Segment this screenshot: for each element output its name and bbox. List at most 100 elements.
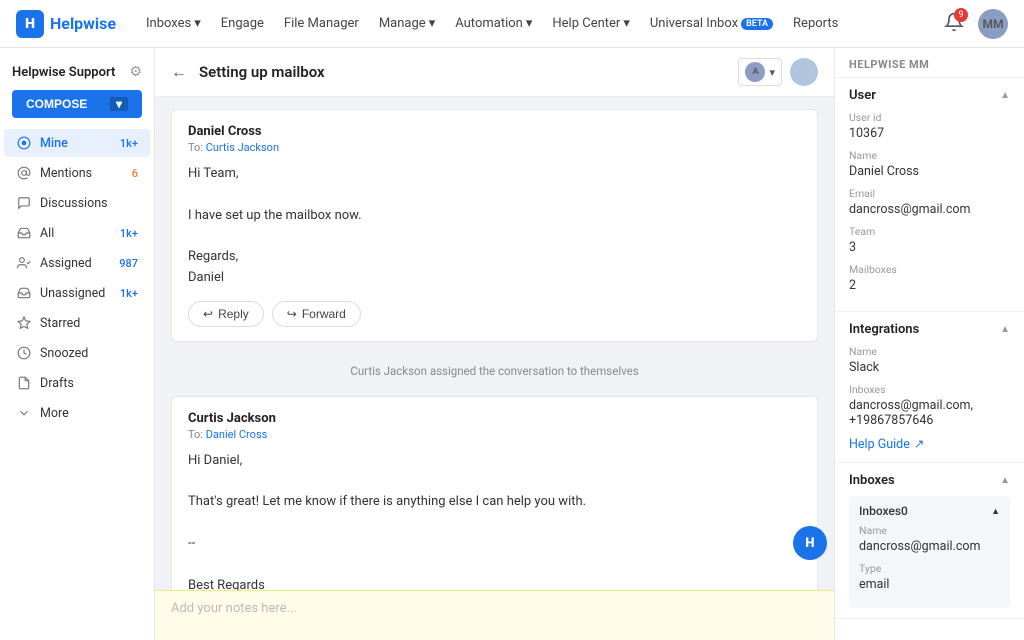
messages-area: Daniel Cross To: Curtis Jackson Hi Team,…: [155, 97, 834, 590]
right-panel: HELPWISE MM User ▲ User id 10367 Name Da…: [834, 48, 1024, 640]
message-sender-1: Daniel Cross: [188, 124, 801, 139]
message-sender-2: Curtis Jackson: [188, 411, 801, 426]
rp-field-mailboxes: Mailboxes 2: [849, 263, 1010, 293]
forward-icon: ↪: [287, 307, 297, 321]
top-navigation: H Helpwise Inboxes ▾ Engage File Manager…: [0, 0, 1024, 48]
rp-section-inboxes: Inboxes ▲ Inboxes0 ▲ Name dancross@gmail…: [835, 463, 1024, 619]
message-to-2: To: Daniel Cross: [188, 428, 801, 441]
file-icon: [16, 375, 32, 391]
chevron-down-icon: [16, 405, 32, 421]
nav-help-center[interactable]: Help Center ▾: [552, 16, 629, 31]
gear-icon[interactable]: ⚙: [129, 64, 142, 80]
sidebar-nav: Mine 1k+ Mentions 6 Discussions: [0, 128, 154, 428]
rp-section-inboxes-title[interactable]: Inboxes ▲: [849, 473, 1010, 488]
sidebar-item-all[interactable]: All 1k+: [4, 219, 150, 247]
rp-field-team: Team 3: [849, 225, 1010, 255]
sidebar-item-discussions-label: Discussions: [40, 196, 138, 211]
compose-dropdown-arrow: ▾: [110, 97, 128, 111]
conversation-header: ← Setting up mailbox A ▾: [155, 48, 834, 97]
notes-area[interactable]: Add your notes here...: [155, 590, 834, 640]
chevron-down-icon: ▾: [429, 16, 436, 31]
chat-icon: [16, 195, 32, 211]
rp-section-user: User ▲ User id 10367 Name Daniel Cross E…: [835, 78, 1024, 312]
sidebar-item-assigned[interactable]: Assigned 987: [4, 249, 150, 277]
chevron-down-icon: ▾: [769, 66, 775, 79]
nav-manage[interactable]: Manage ▾: [379, 16, 435, 31]
rp-section-user-title[interactable]: User ▲: [849, 88, 1010, 103]
sidebar-item-unassigned[interactable]: Unassigned 1k+: [4, 279, 150, 307]
sidebar-item-starred[interactable]: Starred: [4, 309, 150, 337]
sidebar-item-mentions-label: Mentions: [40, 166, 124, 181]
sidebar-item-drafts-label: Drafts: [40, 376, 138, 391]
help-guide-link[interactable]: Help Guide ↗: [849, 436, 1010, 452]
sidebar-item-mine-label: Mine: [40, 136, 112, 151]
notes-placeholder: Add your notes here...: [171, 601, 297, 616]
reply-icon: ↩: [203, 307, 213, 321]
logo[interactable]: H Helpwise: [16, 10, 116, 38]
assignee-dropdown[interactable]: A ▾: [738, 58, 782, 86]
sidebar-title: Helpwise Support: [12, 65, 115, 80]
at-icon: [16, 165, 32, 181]
external-link-icon: ↗: [914, 436, 924, 452]
compose-button[interactable]: COMPOSE ▾: [12, 90, 142, 118]
nav-inboxes[interactable]: Inboxes ▾: [146, 16, 201, 31]
sidebar-item-snoozed[interactable]: Snoozed: [4, 339, 150, 367]
inbox-card: Inboxes0 ▲ Name dancross@gmail.com Type …: [849, 496, 1010, 608]
sidebar-item-mentions[interactable]: Mentions 6: [4, 159, 150, 187]
message-body-1: Hi Team, I have set up the mailbox now. …: [188, 164, 801, 289]
nav-reports[interactable]: Reports: [793, 16, 838, 31]
conversation-actions: A ▾: [738, 58, 818, 86]
main-layout: Helpwise Support ⚙ COMPOSE ▾ Mine 1k+ Me…: [0, 48, 1024, 640]
sidebar-item-assigned-count: 987: [119, 257, 138, 270]
inbox-tray-icon: [16, 285, 32, 301]
chevron-down-icon: ▾: [194, 16, 201, 31]
sidebar-item-mine-count: 1k+: [120, 137, 138, 150]
sidebar-item-discussions[interactable]: Discussions: [4, 189, 150, 217]
logo-text: Helpwise: [50, 14, 116, 33]
nav-engage[interactable]: Engage: [221, 16, 264, 31]
clock-icon: [16, 345, 32, 361]
notification-count: 9: [954, 8, 968, 22]
rp-section-integrations-title[interactable]: Integrations ▲: [849, 322, 1010, 337]
beta-badge: BETA: [741, 18, 773, 30]
logo-icon: H: [16, 10, 44, 38]
rp-field-email: Email dancross@gmail.com: [849, 187, 1010, 217]
inbox-icon: [16, 225, 32, 241]
reply-button-1[interactable]: ↩ Reply: [188, 301, 264, 327]
assignee-avatar-1: A: [745, 62, 765, 82]
nav-universal-inbox[interactable]: Universal Inbox BETA: [650, 16, 773, 31]
rp-field-name: Name Daniel Cross: [849, 149, 1010, 179]
sidebar-item-more-label: More: [40, 406, 138, 421]
message-card-2: Curtis Jackson To: Daniel Cross Hi Danie…: [171, 396, 818, 590]
back-button[interactable]: ←: [171, 62, 187, 82]
sidebar-item-all-count: 1k+: [120, 227, 138, 240]
chevron-down-icon: ▾: [526, 16, 533, 31]
sidebar-item-mentions-count: 6: [132, 167, 138, 180]
star-icon: [16, 315, 32, 331]
forward-button-1[interactable]: ↪ Forward: [272, 301, 361, 327]
right-panel-header: HELPWISE MM: [835, 48, 1024, 78]
sidebar-item-snoozed-label: Snoozed: [40, 346, 138, 361]
message-body-2: Hi Daniel, That's great! Let me know if …: [188, 451, 801, 590]
nav-automation[interactable]: Automation ▾: [455, 16, 532, 31]
inbox-card-header: Inboxes0 ▲: [859, 504, 1000, 518]
message-to-1: To: Curtis Jackson: [188, 141, 801, 154]
nav-right-section: 9 MM: [944, 9, 1008, 39]
sidebar-item-more[interactable]: More: [4, 399, 150, 427]
rp-field-integration-inboxes: Inboxes dancross@gmail.com, +19867857646: [849, 383, 1010, 428]
sidebar-item-mine[interactable]: Mine 1k+: [4, 129, 150, 157]
user-avatar[interactable]: MM: [978, 9, 1008, 39]
nav-file-manager[interactable]: File Manager: [284, 16, 359, 31]
sidebar-item-drafts[interactable]: Drafts: [4, 369, 150, 397]
chevron-up-icon: ▲: [1000, 90, 1010, 101]
helpwise-watermark-icon: H: [793, 526, 827, 560]
user-check-icon: [16, 255, 32, 271]
sidebar-item-assigned-label: Assigned: [40, 256, 111, 271]
sidebar-header: Helpwise Support ⚙: [0, 56, 154, 86]
circle-dot-icon: [16, 135, 32, 151]
sidebar-item-unassigned-count: 1k+: [120, 287, 138, 300]
system-message: Curtis Jackson assigned the conversation…: [171, 354, 818, 388]
action-avatar[interactable]: [790, 58, 818, 86]
notification-bell[interactable]: 9: [944, 12, 964, 36]
rp-field-inbox-name: Name dancross@gmail.com: [859, 524, 1000, 554]
